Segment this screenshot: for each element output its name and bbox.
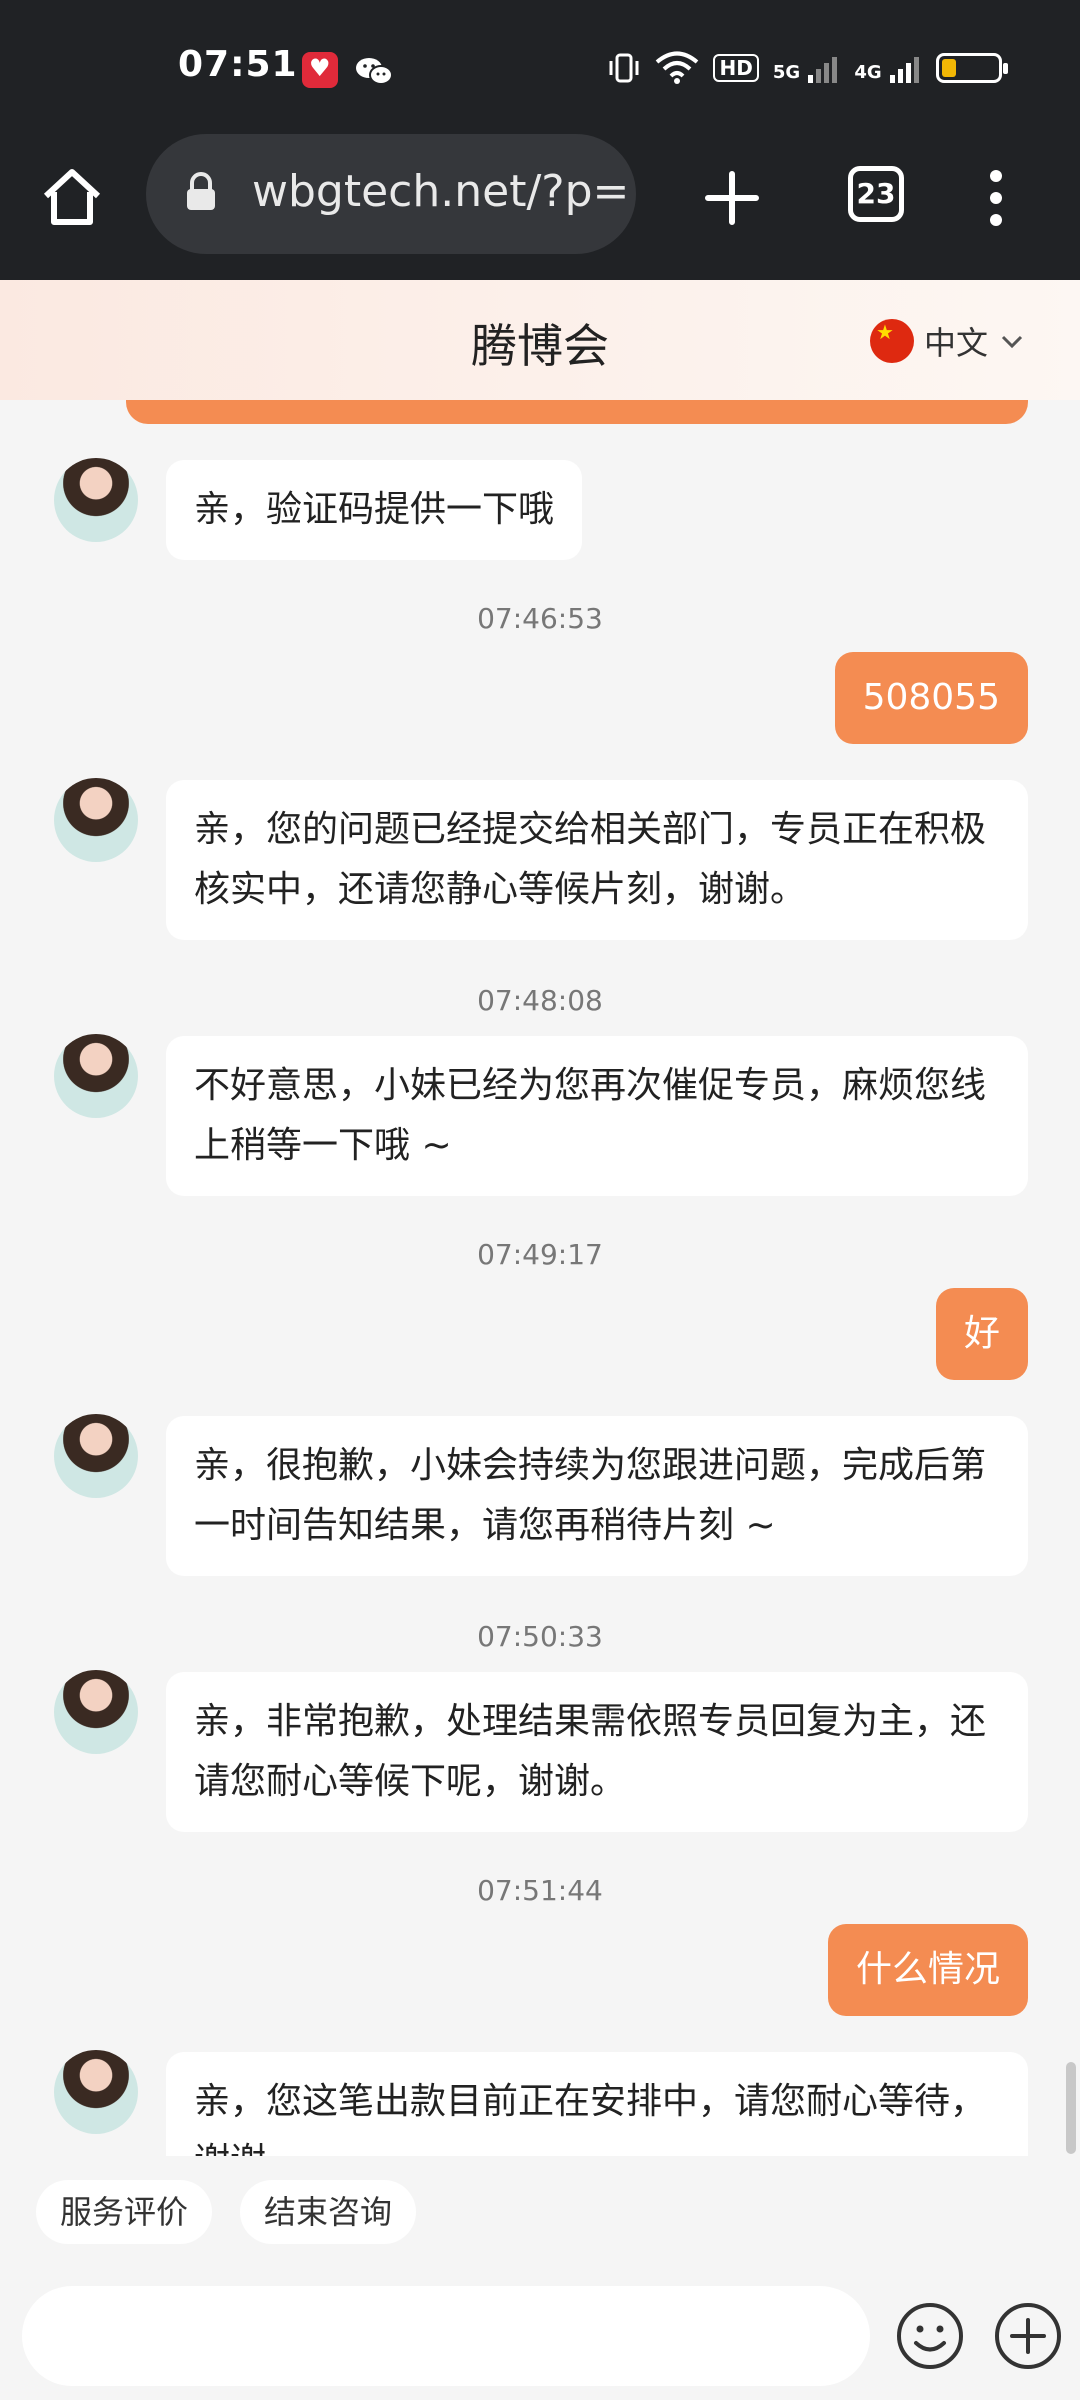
agent-avatar [54, 1414, 138, 1498]
network-4g-label: 4G [854, 62, 882, 83]
chat-header: 腾博会 中文 [0, 280, 1080, 400]
hd-icon: HD [713, 54, 759, 82]
user-message: 508055 [834, 652, 1028, 744]
add-attachment-icon[interactable] [992, 2300, 1064, 2372]
chevron-down-icon [1001, 335, 1023, 349]
signal-4g-icon: 4G [854, 53, 922, 83]
agent-message: 亲，非常抱歉，处理结果需依照专员回复为主，还请您耐心等候下呢，谢谢。 [166, 1672, 1028, 1832]
network-5g-label: 5G [772, 62, 801, 83]
browser-toolbar: wbgtech.net/?p= 23 [0, 134, 1080, 280]
vibrate-icon [609, 53, 639, 83]
lock-icon [187, 172, 215, 210]
signal-5g-icon: 5G [773, 53, 841, 83]
agent-message: 不好意思，小妹已经为您再次催促专员，麻烦您线上稍等一下哦 ~ [166, 1036, 1028, 1196]
status-icons: HD 5G 4G [607, 46, 1008, 90]
agent-message: 亲，您这笔出款目前正在安排中，请您耐心等待，谢谢。 [166, 2052, 1028, 2156]
message-timestamp: 07:49:17 [477, 1238, 603, 1271]
chat-messages[interactable]: 亲，验证码提供一下哦 07:46:53 508055 亲，您的问题已经提交给相关… [0, 400, 1080, 2156]
end-consultation-button[interactable]: 结束咨询 [240, 2180, 417, 2244]
quick-actions: 服务评价 结束咨询 [0, 2156, 1080, 2276]
message-timestamp: 07:50:33 [477, 1620, 603, 1653]
battery-icon [936, 53, 1008, 83]
user-message: 什么情况 [827, 1924, 1028, 2016]
agent-message: 亲，验证码提供一下哦 [166, 460, 583, 560]
rate-service-button[interactable]: 服务评价 [36, 2180, 213, 2244]
app-notification-icon [302, 52, 338, 88]
agent-avatar [54, 2050, 138, 2134]
emoji-icon[interactable] [894, 2300, 966, 2372]
status-time: 07:51 [178, 44, 298, 85]
chat-scrollbar[interactable] [1066, 2062, 1076, 2154]
previous-message-bubble [126, 400, 1028, 424]
battery-level [942, 59, 956, 77]
url-text[interactable]: wbgtech.net/?p= [252, 166, 632, 217]
agent-message: 亲，很抱歉，小妹会持续为您跟进问题，完成后第一时间告知结果，请您再稍待片刻 ~ [166, 1416, 1028, 1576]
agent-avatar [54, 1034, 138, 1118]
status-bar: 07:51 HD 5G 4G [0, 0, 1080, 140]
message-timestamp: 07:51:44 [477, 1874, 603, 1907]
agent-message: 亲，您的问题已经提交给相关部门，专员正在积极核实中，还请您静心等候片刻，谢谢。 [166, 780, 1028, 940]
new-tab-plus-icon[interactable] [700, 166, 764, 230]
user-message: 好 [935, 1288, 1028, 1380]
message-timestamp: 07:48:08 [477, 984, 603, 1017]
home-icon[interactable] [38, 164, 106, 232]
china-flag-icon [870, 319, 914, 363]
menu-icon[interactable] [978, 164, 1014, 232]
language-selector[interactable]: 中文 [870, 318, 1026, 364]
tabs-count-button[interactable]: 23 [848, 166, 904, 222]
agent-avatar [54, 1670, 138, 1754]
wifi-icon [656, 51, 699, 84]
language-label: 中文 [924, 324, 989, 362]
message-timestamp: 07:46:53 [477, 602, 603, 635]
input-bar [0, 2276, 1080, 2400]
agent-avatar [54, 458, 138, 542]
agent-avatar [54, 778, 138, 862]
message-input[interactable] [22, 2286, 870, 2386]
url-bar[interactable]: wbgtech.net/?p= [146, 134, 636, 254]
wechat-icon [356, 58, 393, 85]
